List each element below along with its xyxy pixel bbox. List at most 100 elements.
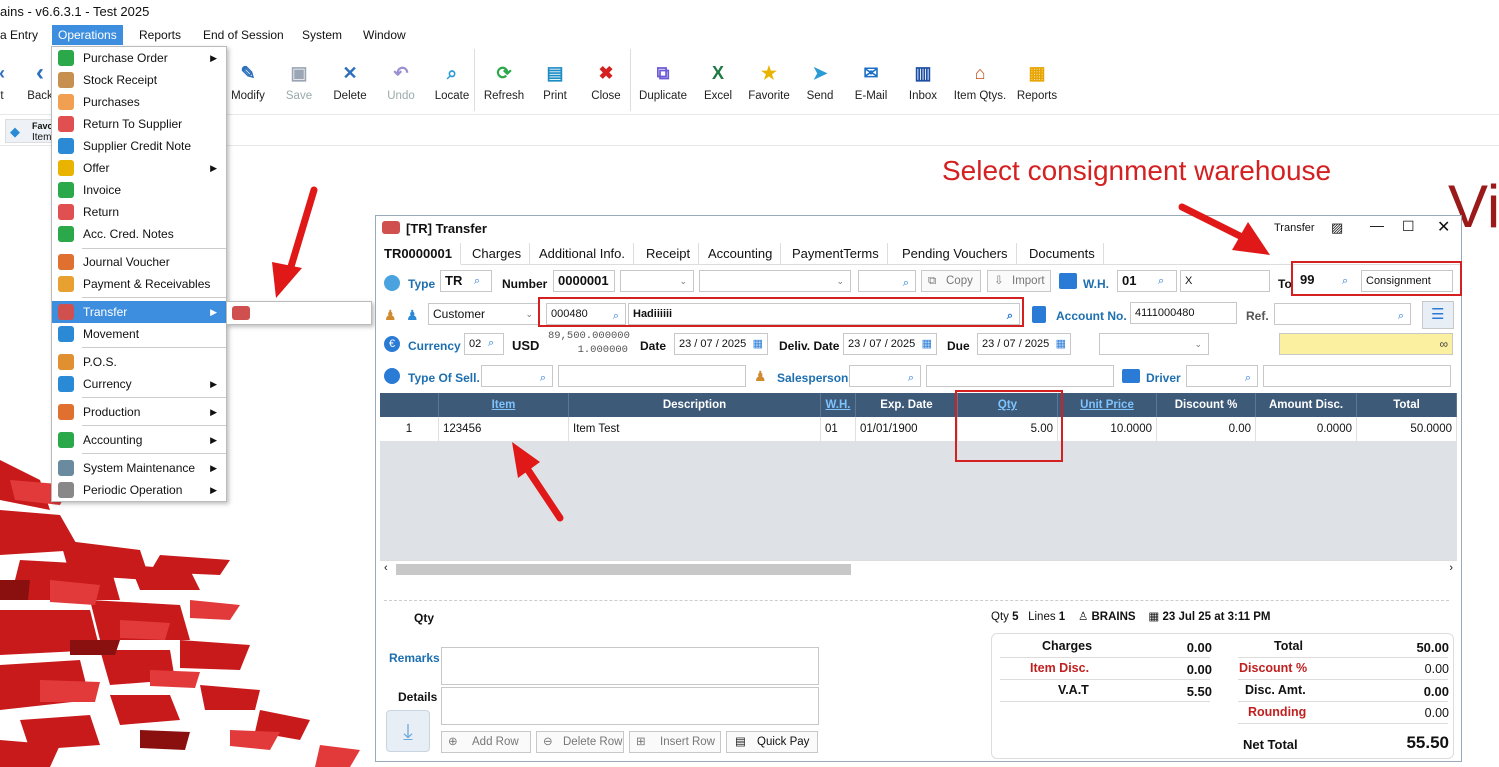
menu-item-stock-receipt[interactable]: Stock Receipt bbox=[52, 69, 226, 91]
grid-cell-amount-disc[interactable]: 0.0000 bbox=[1256, 417, 1357, 441]
toolbar-modify-button[interactable]: ✎ Modify bbox=[220, 57, 276, 103]
copy-button[interactable]: ⧉ Copy bbox=[921, 270, 981, 292]
toolbar-excel-button[interactable]: X Excel bbox=[690, 57, 746, 103]
combo-field[interactable]: ⌄ bbox=[699, 270, 851, 292]
scroll-left-icon[interactable]: ‹ bbox=[384, 562, 388, 574]
menu-item-return-to-supplier[interactable]: Return To Supplier bbox=[52, 113, 226, 135]
currency-code-input[interactable]: 02 bbox=[464, 333, 504, 355]
menu-item-purchases[interactable]: Purchases bbox=[52, 91, 226, 113]
rounding-value[interactable]: 0.00 bbox=[1387, 706, 1449, 720]
number-input[interactable]: 0000001 bbox=[553, 270, 615, 292]
tab-tr-number[interactable]: TR0000001 bbox=[376, 243, 461, 265]
favorite-item[interactable]: ◆ Favo Item bbox=[5, 119, 53, 143]
grid-cell-rownum[interactable]: 1 bbox=[380, 417, 439, 441]
menu-item-production[interactable]: Production ▶ bbox=[52, 401, 226, 423]
binoculars-icon[interactable]: ∞ bbox=[1439, 334, 1448, 354]
type-of-sell-input[interactable]: ⌕ bbox=[481, 365, 553, 387]
grid-header-item[interactable]: Item bbox=[439, 393, 569, 417]
disc-amt-value[interactable]: 0.00 bbox=[1387, 684, 1449, 699]
toolbar-save-button[interactable]: ▣ Save bbox=[271, 57, 327, 103]
grid-cell-wh[interactable]: 01 bbox=[821, 417, 856, 441]
toolbar-favorite-button[interactable]: ★ Favorite bbox=[741, 57, 797, 103]
import-button[interactable]: ⇩ Import bbox=[987, 270, 1051, 292]
close-window-icon[interactable]: ✕ bbox=[1437, 217, 1450, 237]
menu-item-payment-receivables[interactable]: Payment & Receivables bbox=[52, 273, 226, 295]
customer-type-select[interactable]: Customer ⌄ bbox=[428, 303, 540, 325]
menu-item-return[interactable]: Return bbox=[52, 201, 226, 223]
details-input[interactable] bbox=[441, 687, 819, 725]
menu-item-movement[interactable]: Movement bbox=[52, 323, 226, 345]
toolbar-e-mail-button[interactable]: ✉ E-Mail bbox=[843, 57, 899, 103]
menu-item-journal-voucher[interactable]: Journal Voucher bbox=[52, 251, 226, 273]
remarks-input[interactable] bbox=[441, 647, 819, 685]
toolbar-item-qtys-button[interactable]: ⌂ Item Qtys. bbox=[952, 57, 1008, 103]
toolbar-print-button[interactable]: ▤ Print bbox=[527, 57, 583, 103]
menu-item-transfer[interactable]: Transfer ▶ bbox=[52, 301, 226, 323]
currency-search-icon[interactable]: ⌕ bbox=[488, 337, 494, 350]
list-view-button[interactable]: ☰ bbox=[1422, 301, 1454, 329]
menu-item-accounting[interactable]: Accounting ▶ bbox=[52, 429, 226, 451]
calendar-icon[interactable]: ▦ bbox=[753, 334, 763, 354]
add-row-button[interactable]: ⊕ Add Row bbox=[441, 731, 531, 753]
due-date-input[interactable]: 23 / 07 / 2025 ▦ bbox=[977, 333, 1071, 355]
toolbar-close-button[interactable]: ✖ Close bbox=[578, 57, 634, 103]
menu-item-periodic-operation[interactable]: Periodic Operation ▶ bbox=[52, 479, 226, 501]
calendar-icon[interactable]: ▦ bbox=[922, 334, 932, 354]
maximize-icon[interactable]: ☐ bbox=[1402, 218, 1415, 235]
grid-header-wh[interactable]: W.H. bbox=[821, 393, 856, 417]
driver-input[interactable]: ⌕ bbox=[1186, 365, 1258, 387]
grid-cell-total[interactable]: 50.0000 bbox=[1357, 417, 1457, 441]
horizontal-scrollbar[interactable]: ‹ › bbox=[380, 560, 1457, 577]
number-dropdown[interactable]: ⌄ bbox=[620, 270, 694, 292]
extra-select[interactable]: ⌄ bbox=[1099, 333, 1209, 355]
grid-header-unit-price[interactable]: Unit Price bbox=[1058, 393, 1157, 417]
menu-item-supplier-credit-note[interactable]: Supplier Credit Note bbox=[52, 135, 226, 157]
menu-system[interactable]: System bbox=[297, 25, 347, 45]
date-input[interactable]: 23 / 07 / 2025 ▦ bbox=[674, 333, 768, 355]
grid-cell-exp-date[interactable]: 01/01/1900 bbox=[856, 417, 958, 441]
menu-item-purchase-order[interactable]: Purchase Order ▶ bbox=[52, 47, 226, 69]
scroll-right-icon[interactable]: › bbox=[1449, 562, 1453, 574]
menu-data-entry[interactable]: a Entry bbox=[0, 25, 43, 45]
submenu-item-transfer[interactable]: Transfer bbox=[257, 306, 301, 320]
calendar-icon[interactable]: ▦ bbox=[1056, 334, 1066, 354]
highlight-field[interactable]: ∞ bbox=[1279, 333, 1453, 355]
tab-payment-terms[interactable]: PaymentTerms bbox=[784, 243, 888, 265]
download-button[interactable]: ⤓ bbox=[386, 710, 430, 752]
menu-end-of-session[interactable]: End of Session bbox=[198, 25, 289, 45]
menu-item-offer[interactable]: Offer ▶ bbox=[52, 157, 226, 179]
image-icon[interactable]: ▨ bbox=[1331, 220, 1343, 236]
menu-item-p-o-s[interactable]: P.O.S. bbox=[52, 351, 226, 373]
type-input[interactable]: TR bbox=[440, 270, 492, 292]
deliv-date-input[interactable]: 23 / 07 / 2025 ▦ bbox=[843, 333, 937, 355]
menu-reports[interactable]: Reports bbox=[134, 25, 186, 45]
tab-documents[interactable]: Documents bbox=[1021, 243, 1104, 265]
account-input[interactable]: 4111000480 bbox=[1130, 302, 1237, 324]
grid-cell-item[interactable]: 123456 bbox=[439, 417, 569, 441]
ref-input[interactable]: ⌕ bbox=[1274, 303, 1411, 325]
minimize-icon[interactable]: — bbox=[1370, 217, 1384, 233]
toolbar-locate-button[interactable]: ⌕ Locate bbox=[424, 57, 480, 103]
search-field[interactable]: ⌕ bbox=[858, 270, 916, 292]
grid-cell-description[interactable]: Item Test bbox=[569, 417, 821, 441]
tab-pending-vouchers[interactable]: Pending Vouchers bbox=[894, 243, 1017, 265]
insert-row-button[interactable]: ⊞ Insert Row bbox=[629, 731, 721, 753]
wh-search-icon[interactable]: ⌕ bbox=[1158, 275, 1164, 288]
type-search-icon[interactable]: ⌕ bbox=[474, 275, 480, 288]
menu-item-acc-cred-notes[interactable]: Acc. Cred. Notes bbox=[52, 223, 226, 245]
menu-item-currency[interactable]: Currency ▶ bbox=[52, 373, 226, 395]
discount-pct-value[interactable]: 0.00 bbox=[1387, 662, 1449, 676]
toolbar-reports-button[interactable]: ▦ Reports bbox=[1009, 57, 1065, 103]
grid-cell-unit-price[interactable]: 10.0000 bbox=[1058, 417, 1157, 441]
tab-charges[interactable]: Charges bbox=[464, 243, 531, 265]
quick-pay-button[interactable]: ▤ Quick Pay bbox=[726, 731, 818, 753]
tab-additional-info[interactable]: Additional Info. bbox=[531, 243, 635, 265]
menu-window[interactable]: Window bbox=[358, 25, 411, 45]
tab-receipt[interactable]: Receipt bbox=[638, 243, 700, 265]
grid-cell-discount-pct[interactable]: 0.00 bbox=[1157, 417, 1256, 441]
tab-accounting[interactable]: Accounting bbox=[700, 243, 782, 265]
delete-row-button[interactable]: ⊖ Delete Row bbox=[536, 731, 624, 753]
toolbar-refresh-button[interactable]: ⟳ Refresh bbox=[476, 57, 532, 103]
menu-operations[interactable]: Operations bbox=[52, 25, 123, 45]
scrollbar-thumb[interactable] bbox=[396, 564, 851, 575]
